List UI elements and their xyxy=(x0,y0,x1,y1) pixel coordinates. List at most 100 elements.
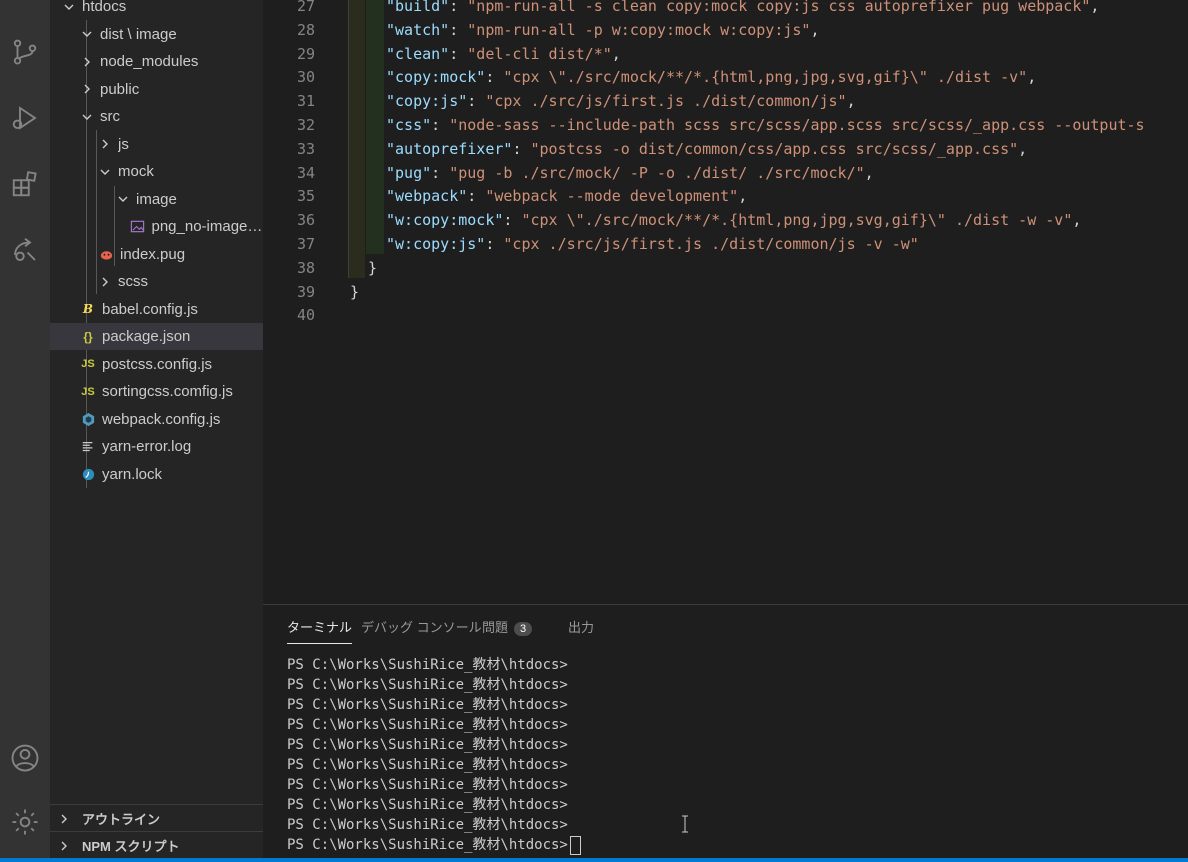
tab-terminal[interactable]: ターミナル xyxy=(287,617,353,644)
file-item[interactable]: png_no-image_... xyxy=(50,213,263,240)
yarn-icon xyxy=(80,466,96,482)
pug-icon xyxy=(98,246,114,262)
file-item[interactable]: yarn-error.log xyxy=(50,433,263,460)
tab-output[interactable]: 出力 xyxy=(568,617,594,643)
js-icon: JS xyxy=(81,385,95,398)
tree-item-label: scss xyxy=(118,273,148,290)
folder-item[interactable]: node_modules xyxy=(50,48,263,75)
folder-item[interactable]: mock xyxy=(50,158,263,185)
tree-item-label: js xyxy=(118,135,129,153)
code-text: "watch": "npm-run-all -p w:copy:mock w:c… xyxy=(386,20,820,39)
chevron-down-icon xyxy=(62,0,76,14)
source-control-icon[interactable] xyxy=(5,32,45,72)
js-icon: JS xyxy=(81,358,95,370)
tree-item-label: src xyxy=(100,108,120,125)
code-line: 37 "w:copy:js": "cpx ./src/js/first.js ./… xyxy=(263,232,1188,256)
code-text: "w:copy:mock": "cpx \"./src/mock/**/*.{h… xyxy=(386,211,1082,230)
terminal-line: PS C:\Works\SushiRice_教材\htdocs> xyxy=(287,677,568,693)
remote-explorer-icon[interactable] xyxy=(5,230,45,270)
webpack-icon xyxy=(80,411,96,427)
extensions-icon[interactable] xyxy=(5,164,45,204)
image-file-icon xyxy=(130,219,145,235)
code-line: 32 "css": "node-sass --include-path scss … xyxy=(263,113,1188,137)
code-text: } xyxy=(350,282,360,301)
folder-item[interactable]: js xyxy=(50,131,263,158)
tree-item-label: png_no-image_... xyxy=(151,218,264,235)
code-text: "copy:js": "cpx ./src/js/first.js ./dist… xyxy=(386,92,856,111)
code-line: 29 "clean": "del-cli dist/*", xyxy=(263,42,1188,66)
chevron-down-icon xyxy=(80,27,94,41)
line-number: 30 xyxy=(296,68,315,87)
tree-item-label: sortingcss.comfig.js xyxy=(102,383,233,400)
terminal-line: PS C:\Works\SushiRice_教材\htdocs> xyxy=(287,697,568,713)
npm-scripts-section[interactable]: NPM スクリプト xyxy=(50,831,263,858)
run-debug-icon[interactable] xyxy=(5,98,45,138)
folder-item[interactable]: scss xyxy=(50,268,263,295)
file-item[interactable]: yarn.lock xyxy=(50,461,263,488)
chevron-right-icon xyxy=(98,275,112,289)
code-text: "clean": "del-cli dist/*", xyxy=(386,44,621,63)
file-item[interactable]: {} package.json xyxy=(50,323,263,350)
tree-item-label: public xyxy=(100,80,140,98)
code-line: 34 "pug": "pug -b ./src/mock/ -P -o ./dis… xyxy=(263,161,1188,185)
terminal-line: PS C:\Works\SushiRice_教材\htdocs> xyxy=(287,835,581,855)
code-text: } xyxy=(368,258,378,277)
line-number: 34 xyxy=(296,163,315,182)
tree-item-label: webpack.config.js xyxy=(102,410,221,428)
code-text: "copy:mock": "cpx \"./src/mock/**/*.{htm… xyxy=(386,68,1037,87)
terminal-cursor xyxy=(569,835,581,855)
settings-gear-icon[interactable] xyxy=(5,802,45,842)
tree-item-label: package.json xyxy=(102,328,191,345)
line-number: 35 xyxy=(296,187,315,206)
outline-section[interactable]: アウトライン xyxy=(50,804,263,832)
folder-item[interactable]: htdocs xyxy=(50,0,263,20)
code-line: 33 "autoprefixer": "postcss -o dist/commo… xyxy=(263,137,1188,161)
code-text: "css": "node-sass --include-path scss sr… xyxy=(386,116,1145,134)
tree-item-label: htdocs xyxy=(82,0,127,15)
account-icon[interactable] xyxy=(5,738,45,778)
tree-item-label: postcss.config.js xyxy=(102,355,213,373)
chevron-right-icon xyxy=(98,137,112,151)
file-item[interactable]: JS sortingcss.comfig.js xyxy=(50,378,263,405)
text-cursor-icon xyxy=(682,815,688,833)
folder-item[interactable]: image xyxy=(50,186,263,213)
terminal-line: PS C:\Works\SushiRice_教材\htdocs> xyxy=(287,777,568,793)
file-item[interactable]: Bbabel.config.js xyxy=(50,296,263,323)
folder-item[interactable]: dist \ image xyxy=(50,21,263,48)
npm-scripts-label: NPM スクリプト xyxy=(82,839,180,854)
line-number: 37 xyxy=(296,235,315,253)
tree-item-label: mock xyxy=(118,163,154,180)
activity-bar xyxy=(0,0,50,858)
line-number: 38 xyxy=(296,258,315,277)
tree-item-label: yarn.lock xyxy=(102,465,163,483)
status-bar xyxy=(0,858,1188,862)
terminal-line: PS C:\Works\SushiRice_教材\htdocs> xyxy=(287,757,568,773)
line-number: 31 xyxy=(296,92,315,111)
folder-item[interactable]: public xyxy=(50,76,263,103)
file-item[interactable]: webpack.config.js xyxy=(50,406,263,433)
chevron-down-icon xyxy=(80,110,94,124)
folder-item[interactable]: src xyxy=(50,103,263,130)
line-number: 39 xyxy=(296,282,315,301)
tree-item-label: babel.config.js xyxy=(102,300,198,318)
terminal-panel: ターミナル デバッグ コンソール 問題 3 出力 PS C:\Works\Sush… xyxy=(263,604,1188,859)
tree-item-label: node_modules xyxy=(100,53,199,70)
file-item[interactable]: JS postcss.config.js xyxy=(50,351,263,378)
log-icon xyxy=(80,439,96,455)
code-line: 38} xyxy=(263,256,1188,280)
code-line: 36 "w:copy:mock": "cpx \"./src/mock/**/*.… xyxy=(263,208,1188,232)
chevron-down-icon xyxy=(98,165,112,179)
file-item[interactable]: index.pug xyxy=(50,241,263,268)
chevron-right-icon xyxy=(58,813,72,825)
tab-problems[interactable]: 問題 3 xyxy=(482,617,533,643)
tree-item-label: image xyxy=(136,190,177,208)
line-number: 29 xyxy=(296,44,315,63)
code-editor[interactable]: 27 "build": "npm-run-all -s clean copy:mo… xyxy=(263,0,1188,604)
problems-count-badge: 3 xyxy=(514,622,533,636)
line-number: 40 xyxy=(296,306,315,325)
explorer-sidebar: htdocs dist \ image node_modulespublic src j… xyxy=(50,0,263,858)
terminal-line: PS C:\Works\SushiRice_教材\htdocs> xyxy=(287,737,568,753)
tab-debug-console[interactable]: デバッグ コンソール xyxy=(361,617,482,643)
code-line: 40 xyxy=(263,303,1188,327)
code-line: 27 "build": "npm-run-all -s clean copy:mo… xyxy=(263,0,1188,18)
